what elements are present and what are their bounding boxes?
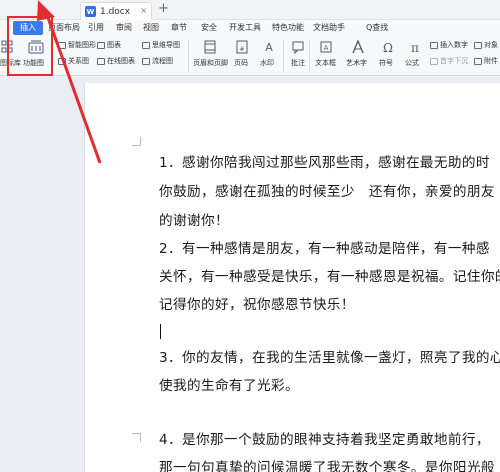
document-line[interactable]: 3．你的友情，在我的生活里就像一盏灯，照亮了我的心 <box>159 348 500 368</box>
tab-references[interactable]: 引用 <box>88 21 104 35</box>
chart-icon <box>97 41 105 49</box>
close-tab-icon[interactable]: × <box>140 6 147 15</box>
ribbon-toolbar: 图标库 功能图 智能图形 关系图 图表 在线图表 思维导图 流程图 页眉和页脚 … <box>0 36 500 76</box>
drop-cap-button[interactable]: 首字下沉 <box>430 56 468 66</box>
svg-text:A: A <box>324 44 329 52</box>
app-window: W 1.docx × + 插入 页面布局 引用 审阅 视图 章节 安全 开发工具… <box>0 0 500 472</box>
tab-chapter[interactable]: 章节 <box>171 21 187 35</box>
object-label: 对象 <box>484 41 498 49</box>
online-chart-label: 在线图表 <box>107 57 135 65</box>
tab-security[interactable]: 安全 <box>201 21 217 35</box>
symbol-omega-icon[interactable]: Ω <box>381 39 395 55</box>
title-bar: W 1.docx × + <box>0 0 500 20</box>
object-button[interactable]: 对象 <box>474 40 498 50</box>
header-footer-label[interactable]: 页眉和页脚 <box>193 58 228 68</box>
watermark-label[interactable]: 水印 <box>260 58 274 68</box>
svg-text:A: A <box>265 41 273 54</box>
attachment-icon <box>474 57 482 65</box>
svg-text:Ω: Ω <box>383 41 393 54</box>
document-tab[interactable]: W 1.docx × <box>80 2 152 20</box>
attachment-button[interactable]: 附件 <box>474 56 498 66</box>
mindmap-button[interactable]: 思维导图 <box>142 40 180 50</box>
mindmap-icon <box>142 41 150 49</box>
attachment-label: 附件 <box>484 57 498 65</box>
ribbon-divider <box>188 40 189 72</box>
comment-icon[interactable] <box>291 39 305 55</box>
document-line[interactable]: 关怀，有一种感受是快乐，有一种感恩是祝福。记住你的 <box>159 267 500 287</box>
page-number-icon[interactable]: # <box>235 39 249 55</box>
document-tab-label: 1.docx <box>100 6 131 17</box>
wordart-label[interactable]: 艺术字 <box>346 58 367 68</box>
drop-cap-label: 首字下沉 <box>440 57 468 65</box>
tab-review[interactable]: 审阅 <box>116 21 132 35</box>
flowchart-button[interactable]: 流程图 <box>142 56 173 66</box>
document-line[interactable]: 记得你的好，祝你感恩节快乐！ <box>159 295 355 315</box>
drop-cap-icon <box>430 57 438 65</box>
document-line[interactable]: 使我的生命有了光彩。 <box>159 376 299 396</box>
highlight-box <box>7 16 53 76</box>
document-line[interactable]: 的谢谢你！ <box>159 211 229 231</box>
document-line[interactable]: 1．感谢你陪我闯过那些风那些雨，感谢在最无助的时 <box>159 153 490 173</box>
watermark-icon[interactable]: A <box>262 39 276 55</box>
tab-features[interactable]: 特色功能 <box>272 21 304 35</box>
symbol-label[interactable]: 符号 <box>379 58 393 68</box>
tab-doc-assistant[interactable]: 文档助手 <box>313 21 345 35</box>
svg-text:π: π <box>411 41 419 54</box>
chart-label: 图表 <box>107 41 121 49</box>
textbox-icon[interactable]: A <box>319 39 333 55</box>
insert-number-icon <box>430 41 438 49</box>
tab-developer[interactable]: 开发工具 <box>229 21 261 35</box>
relation-map-label: 关系图 <box>68 57 89 65</box>
document-line[interactable]: 4．是你那一个鼓励的眼神支持着我坚定勇敢地前行， <box>159 430 490 450</box>
tab-view[interactable]: 视图 <box>143 21 159 35</box>
margin-corner-mark-bottom <box>132 433 141 442</box>
smart-shape-button[interactable]: 智能图形 <box>58 40 96 50</box>
document-line[interactable]: 那一句句真挚的问候温暖了我无数个寒冬。是你阳光般 <box>159 458 495 472</box>
online-chart-button[interactable]: 在线图表 <box>97 56 135 66</box>
object-icon <box>474 41 482 49</box>
flowchart-icon <box>142 57 150 65</box>
text-cursor <box>160 324 161 339</box>
relation-map-button[interactable]: 关系图 <box>58 56 89 66</box>
flowchart-label: 流程图 <box>152 57 173 65</box>
smart-shape-icon <box>58 41 66 49</box>
wordart-icon[interactable] <box>351 39 365 55</box>
margin-corner-mark-top <box>132 137 141 146</box>
search-button[interactable]: Q查找 <box>366 21 388 35</box>
new-tab-icon[interactable]: + <box>158 2 169 16</box>
word-doc-icon: W <box>85 6 96 17</box>
relation-map-icon <box>58 57 66 65</box>
insert-number-button[interactable]: 插入数字 <box>430 40 468 50</box>
textbox-label[interactable]: 文本框 <box>315 58 336 68</box>
document-line[interactable]: 2．有一种感情是朋友，有一种感动是陪伴，有一种感 <box>159 239 490 259</box>
comment-label[interactable]: 批注 <box>291 58 305 68</box>
ribbon-divider <box>309 40 310 72</box>
formula-pi-icon[interactable]: π <box>408 39 422 55</box>
mindmap-label: 思维导图 <box>152 41 180 49</box>
ribbon-divider <box>283 40 284 72</box>
chart-button[interactable]: 图表 <box>97 40 121 50</box>
header-footer-icon[interactable] <box>203 39 217 55</box>
online-chart-icon <box>97 57 105 65</box>
page-number-label[interactable]: 页码 <box>234 58 248 68</box>
insert-number-label: 插入数字 <box>440 41 468 49</box>
smart-shape-label: 智能图形 <box>68 41 96 49</box>
formula-label[interactable]: 公式 <box>405 58 419 68</box>
ribbon-tab-row: 插入 页面布局 引用 审阅 视图 章节 安全 开发工具 特色功能 文档助手 Q查… <box>0 20 500 36</box>
document-line[interactable]: 你鼓励，感谢在孤独的时候至少 还有你，亲爱的朋友 <box>159 182 495 202</box>
svg-text:#: # <box>239 46 244 53</box>
